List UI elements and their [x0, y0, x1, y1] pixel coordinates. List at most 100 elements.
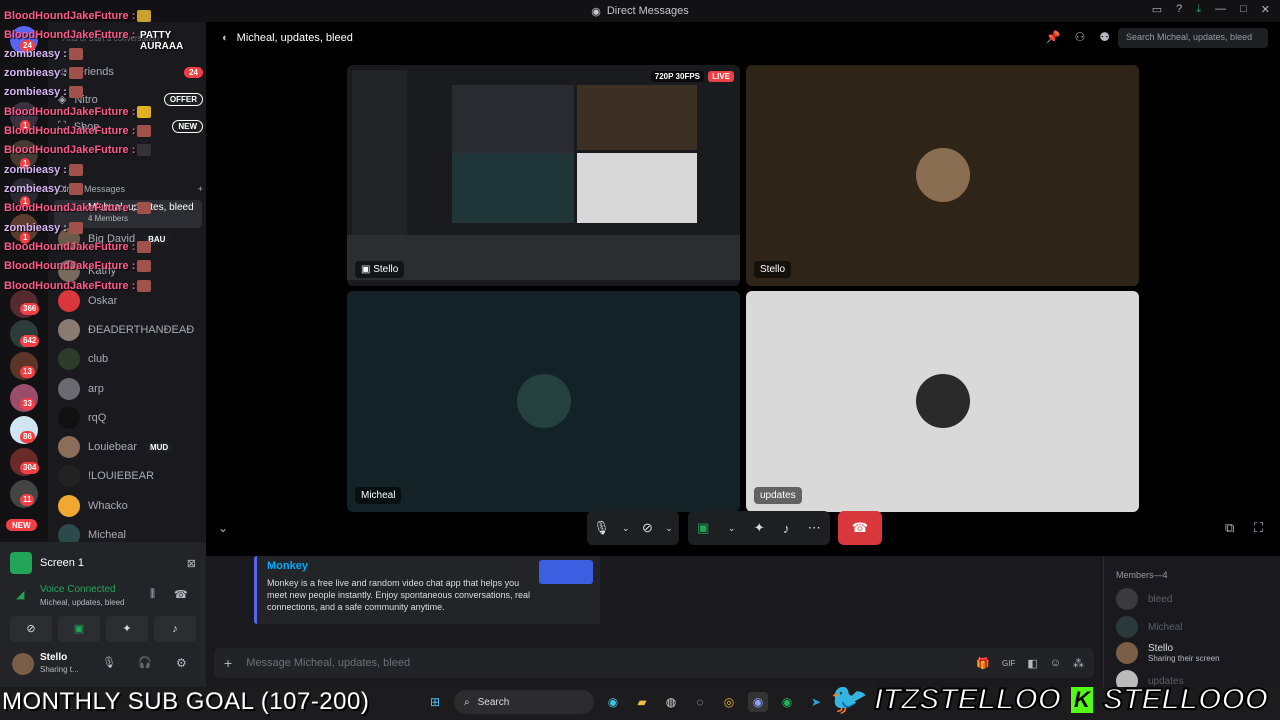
pin-icon[interactable]: 📌 [1046, 30, 1061, 44]
user-status: Sharing t... [40, 665, 79, 674]
inbox-icon[interactable]: ▭ [1152, 3, 1162, 16]
settings-gear-icon[interactable]: ⚙ [176, 656, 187, 670]
activities-icon[interactable]: ✦ [106, 616, 148, 642]
search-input[interactable]: Search Micheal, updates, bleed [1118, 28, 1268, 48]
participant-tile-updates[interactable]: updates [746, 291, 1139, 512]
soundboard-icon[interactable]: ♪ [154, 616, 196, 642]
members-icon[interactable]: ⚉ [1099, 30, 1110, 44]
dm-item[interactable]: Oskar [58, 290, 203, 312]
minimize-icon[interactable]: — [1215, 3, 1226, 16]
dm-item[interactable]: arp [58, 378, 203, 400]
message-composer[interactable]: + Message Micheal, updates, bleed 🎁 GIF … [214, 648, 1094, 678]
avatar [1116, 616, 1138, 638]
dm-item[interactable]: ÐEADERTHANÐEAÐ [58, 319, 203, 341]
server-badge: 304 [20, 462, 40, 474]
download-icon[interactable]: ⤓ [1196, 3, 1201, 16]
avatar [916, 374, 970, 428]
server-badge: 1 [20, 196, 31, 208]
message-input[interactable]: Message Micheal, updates, bleed [246, 657, 410, 669]
voice-channel-label[interactable]: Micheal, updates, bleed [40, 598, 125, 607]
nav-nitro[interactable]: ◈ Nitro OFFER [58, 93, 203, 106]
participant-tile-micheal[interactable]: Micheal [347, 291, 740, 512]
app-icon[interactable]: ◌ [690, 692, 710, 712]
voice-quick-actions: ⊘ ▣ ✦ ♪ [10, 616, 196, 642]
window-title: ◉ Direct Messages [591, 5, 689, 18]
chevron-down-icon[interactable]: ⌄ [665, 523, 673, 534]
member-item[interactable]: bleed [1116, 588, 1172, 610]
gift-icon[interactable]: 🎁 [976, 657, 990, 670]
edge-icon[interactable]: ◉ [603, 692, 623, 712]
folder-icon[interactable]: ▰ [632, 692, 652, 712]
dm-item[interactable]: club [58, 348, 203, 370]
dm-item[interactable]: Whacko [58, 495, 203, 517]
more-icon[interactable]: ⋯ [808, 520, 821, 536]
dm-item[interactable]: Louiebear MUD [58, 436, 203, 458]
chrome-icon[interactable]: ◎ [719, 692, 739, 712]
dm-item[interactable]: Micheal [58, 524, 203, 542]
voice-connected-label[interactable]: Voice Connected [40, 584, 116, 595]
add-friend-icon[interactable]: ⚇ [1074, 30, 1085, 44]
fullscreen-icon[interactable]: ⛶ [1254, 520, 1263, 536]
nav-friends[interactable]: ☺ Friends 24 [58, 66, 203, 78]
apps-icon[interactable]: ⁂ [1073, 657, 1084, 670]
camera-off-icon[interactable]: ⊘ [642, 520, 653, 536]
dm-item[interactable]: rqQ [58, 407, 203, 429]
dm-item[interactable]: Kathy [58, 260, 203, 282]
member-item[interactable]: Stello Sharing their screen [1116, 642, 1220, 664]
screenshare-tile[interactable]: 720P 30FPS LIVE ▣ Stello [347, 65, 740, 286]
server-badge: 33 [20, 398, 35, 410]
sticker-icon[interactable]: ◧ [1027, 657, 1037, 670]
stream-quality-badge: 720P 30FPS [650, 71, 704, 82]
avatar [58, 378, 80, 400]
server-badge: 642 [20, 335, 40, 347]
popout-icon[interactable]: ⧉ [1225, 520, 1234, 536]
username[interactable]: Stello [40, 652, 67, 663]
attach-icon[interactable]: + [224, 655, 232, 671]
microphone-icon[interactable]: 🎙 [102, 656, 116, 669]
camera-off-icon[interactable]: ⊘ [10, 616, 52, 642]
taskbar-search[interactable]: ⌕ Search [454, 690, 594, 714]
chevron-down-icon[interactable]: ⌄ [622, 523, 630, 534]
help-icon[interactable]: ? [1176, 3, 1182, 16]
stream-preview-row[interactable]: Screen 1 ⊠ [10, 548, 196, 578]
user-avatar[interactable] [12, 653, 34, 675]
window-controls: ▭ ? ⤓ — □ ✕ [1152, 3, 1270, 16]
noise-suppression-icon[interactable]: ⫼ [150, 588, 155, 601]
dm-item[interactable]: !LOUIEBEAR [58, 465, 203, 487]
shop-icon: ⛶ [58, 120, 66, 132]
steam-icon[interactable]: ◍ [661, 692, 681, 712]
friends-icon: ☺ [58, 66, 70, 78]
kick-icon: K [1071, 686, 1093, 713]
avatar [58, 465, 80, 487]
collapse-chevron-icon[interactable]: ⌄ [218, 521, 228, 535]
maximize-icon[interactable]: □ [1240, 3, 1247, 16]
add-dm-icon[interactable]: + [198, 184, 203, 194]
telegram-icon[interactable]: ➤ [806, 692, 826, 712]
soundboard-icon[interactable]: ♪ [783, 521, 790, 536]
microphone-icon[interactable]: 🎙 [593, 520, 610, 536]
link-embed[interactable]: Monkey Monkey is a free live and random … [254, 556, 600, 624]
member-item[interactable]: Micheal [1116, 616, 1182, 638]
disconnect-button[interactable]: ☎ [838, 511, 882, 545]
screen-share-icon[interactable]: ▣ [58, 616, 100, 642]
dm-sidebar: Find or start a conversation PATTY AURAA… [48, 22, 206, 542]
participant-tile-stello[interactable]: Stello [746, 65, 1139, 286]
screen-share-icon[interactable]: ▣ [697, 520, 709, 536]
windows-start-icon[interactable]: ⊞ [425, 692, 445, 712]
spotify-icon[interactable]: ◉ [777, 692, 797, 712]
chevron-down-icon[interactable]: ⌄ [728, 523, 736, 534]
nav-shop[interactable]: ⛶ Shop NEW [58, 120, 203, 133]
stop-stream-icon[interactable]: ⊠ [187, 557, 196, 570]
disconnect-icon[interactable]: ☎ [174, 588, 188, 601]
close-icon[interactable]: ✕ [1261, 3, 1270, 16]
discord-icon[interactable]: ◉ [748, 692, 768, 712]
social-handles: 🐦 ITZSTELLOO K STELLOOO [826, 682, 1269, 717]
activities-icon[interactable]: ✦ [754, 520, 765, 536]
gif-icon[interactable]: GIF [1002, 659, 1015, 668]
hangup-icon: ☎ [851, 520, 869, 535]
embed-thumbnail[interactable] [539, 560, 593, 584]
friends-badge: 24 [184, 66, 203, 78]
emoji-icon[interactable]: ☺ [1050, 657, 1061, 669]
dm-item[interactable]: Big David BAU [58, 228, 203, 250]
headphones-icon[interactable]: 🎧 [138, 656, 152, 669]
